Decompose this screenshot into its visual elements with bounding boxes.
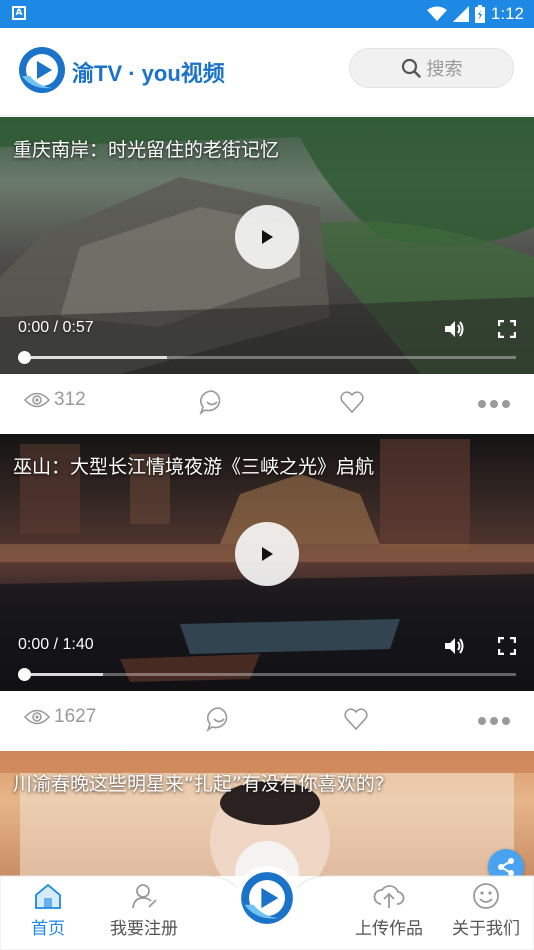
app-name: 渝TV · you视频 <box>72 61 225 86</box>
search-icon <box>401 58 421 78</box>
app-header: 渝TV · you视频 搜索 <box>0 28 534 116</box>
view-count: 312 <box>24 389 86 411</box>
fullscreen-icon[interactable] <box>498 637 516 655</box>
play-icon <box>262 547 273 561</box>
signal-icon <box>452 6 469 22</box>
video-player[interactable]: 巫山：大型长江情境夜游《三峡之光》启航 0:00 / 1:40 <box>0 434 534 691</box>
view-count-value: 1627 <box>54 706 97 727</box>
nav-upload[interactable]: 上传作品 <box>349 882 429 948</box>
more-button[interactable] <box>478 717 510 725</box>
video-title: 川渝春晚这些明星来“扎起”有没有你喜欢的? <box>13 773 385 795</box>
video-actions: 312 <box>0 374 534 434</box>
status-bar: A 1:12 <box>0 0 534 28</box>
register-icon <box>132 884 157 909</box>
video-time: 0:00 / 1:40 <box>18 636 94 653</box>
progress-track[interactable] <box>18 668 516 681</box>
like-icon[interactable] <box>338 388 366 416</box>
video-title: 重庆南岸：时光留住的老街记忆 <box>13 139 280 161</box>
nav-label: 上传作品 <box>355 919 423 939</box>
upload-icon <box>373 885 405 908</box>
comment-icon[interactable] <box>198 388 226 416</box>
nav-home[interactable]: 首页 <box>8 882 88 948</box>
home-icon <box>35 883 61 909</box>
eye-icon <box>24 392 50 408</box>
like-icon[interactable] <box>342 705 370 733</box>
video-player[interactable]: 重庆南岸：时光留住的老街记忆 0:00 / 0:57 <box>0 117 534 374</box>
nav-register[interactable]: 我要注册 <box>104 882 184 948</box>
nav-about[interactable]: 关于我们 <box>446 882 526 948</box>
wifi-icon <box>426 6 447 21</box>
eye-icon <box>24 709 50 725</box>
status-icons: 1:12 <box>426 3 524 25</box>
view-count: 1627 <box>24 706 96 728</box>
nav-label: 我要注册 <box>110 919 178 939</box>
logo-icon <box>19 47 65 93</box>
play-icon <box>262 230 273 244</box>
play-button[interactable] <box>235 205 299 269</box>
center-logo-button[interactable] <box>235 866 299 930</box>
progress-knob[interactable] <box>18 351 31 364</box>
view-count-value: 312 <box>54 389 86 410</box>
progress-track[interactable] <box>18 351 516 364</box>
notification-icon: A <box>12 6 26 20</box>
more-button[interactable] <box>478 400 510 408</box>
search-box[interactable]: 搜索 <box>349 48 514 88</box>
video-actions: 1627 <box>0 691 534 751</box>
smile-icon <box>473 883 499 909</box>
search-label: 搜索 <box>426 59 463 80</box>
video-time: 0:00 / 0:57 <box>18 319 94 336</box>
progress-knob[interactable] <box>18 668 31 681</box>
clock: 1:12 <box>490 4 524 23</box>
play-button[interactable] <box>235 522 299 586</box>
fullscreen-icon[interactable] <box>498 320 516 338</box>
battery-icon <box>474 5 485 23</box>
nav-label: 首页 <box>31 919 65 939</box>
nav-label: 关于我们 <box>452 919 520 939</box>
volume-icon[interactable] <box>443 318 465 340</box>
video-title: 巫山：大型长江情境夜游《三峡之光》启航 <box>13 456 375 478</box>
video-player[interactable]: 川渝春晚这些明星来“扎起”有没有你喜欢的? <box>0 751 534 876</box>
comment-icon[interactable] <box>205 705 233 733</box>
logo-icon <box>241 872 293 924</box>
buffered-bar <box>24 356 167 359</box>
volume-icon[interactable] <box>443 635 465 657</box>
buffered-bar <box>24 673 103 676</box>
bottom-nav: 首页 我要注册 上传作品 关于我们 <box>0 866 534 950</box>
